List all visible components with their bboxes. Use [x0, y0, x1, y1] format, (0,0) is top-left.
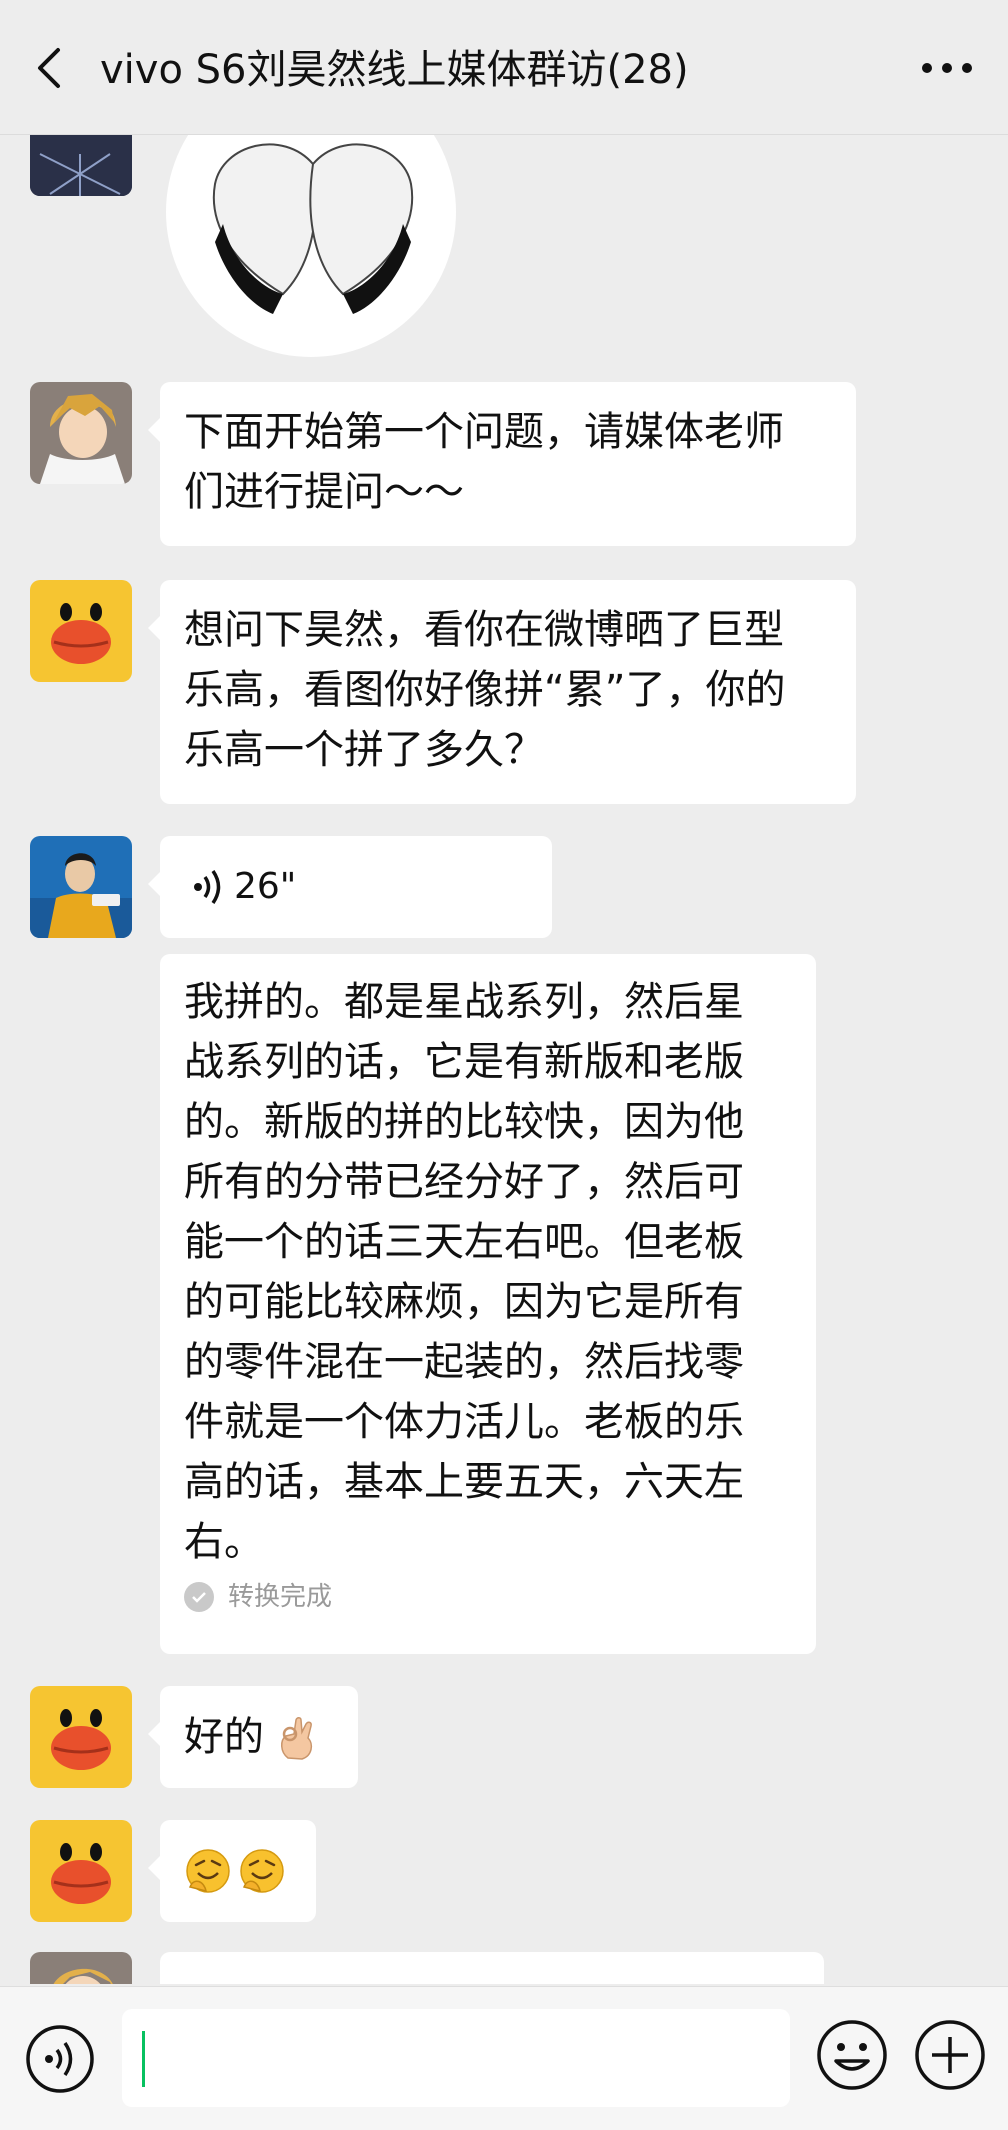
more-functions-button[interactable] — [912, 2017, 988, 2093]
back-button[interactable] — [22, 40, 78, 96]
ellipsis-icon — [922, 63, 972, 73]
conversion-status: 转换完成 — [184, 1580, 792, 1614]
check-circle-icon — [184, 1582, 214, 1612]
chevron-left-icon — [38, 48, 60, 88]
transcript-line: 的。新版的拼的比较快，因为他 — [184, 1099, 744, 1145]
voice-icon — [26, 2025, 94, 2093]
message-bubble[interactable]: 下面开始第一个问题，请媒体老师 们进行提问～～ — [148, 382, 856, 546]
voice-wave-icon — [194, 870, 221, 904]
input-bar — [0, 1986, 1008, 2130]
message-bubble[interactable]: 想问下昊然，看你在微博晒了巨型 乐高，看图你好像拼“累”了，你的 乐高一个拼了多… — [148, 580, 856, 804]
transcript-line: 战系列的话，它是有新版和老版 — [184, 1039, 744, 1085]
man-yellow-jacket-avatar[interactable] — [30, 836, 132, 938]
emoji-button[interactable] — [814, 2017, 890, 2093]
chat-title: vivo S6刘昊然线上媒体群访(28) — [100, 47, 689, 93]
transcript-line: 的零件混在一起装的，然后找零 — [184, 1339, 744, 1385]
more-options-button[interactable] — [912, 40, 982, 96]
ok-hand-emoji — [274, 1714, 320, 1760]
transcript-line: 件就是一个体力活儿。老板的乐 — [184, 1399, 744, 1445]
message-list[interactable]: 下面开始第一个问题，请媒体老师 们进行提问～～ 想问下昊然，看你在微博晒了巨型 … — [0, 134, 1008, 1984]
avatar-image — [30, 134, 132, 196]
transcript-line: 的可能比较麻烦，因为它是所有 — [184, 1279, 744, 1325]
message-text-line: 下面开始第一个问题，请媒体老师 — [184, 409, 784, 455]
transcript-line: 所有的分带已经分好了，然后可 — [184, 1159, 744, 1205]
plus-circle-icon — [915, 2020, 985, 2090]
hands-heart-sticker[interactable] — [163, 134, 460, 357]
conversion-status-text: 转换完成 — [228, 1582, 333, 1612]
emoji-message-bubble[interactable] — [148, 1820, 316, 1922]
voice-duration: 26" — [234, 866, 297, 907]
message-text-line: 们进行提问～～ — [184, 469, 464, 515]
message-text: 好的 — [184, 1714, 264, 1760]
voice-input-button[interactable] — [24, 2023, 96, 2095]
message-text-line: 乐高一个拼了多久？ — [184, 727, 544, 773]
yellow-duck-avatar[interactable] — [30, 580, 132, 682]
yellow-duck-avatar[interactable] — [30, 1820, 132, 1922]
transcript-line: 右。 — [184, 1519, 264, 1565]
anime-boy-avatar[interactable] — [30, 382, 132, 484]
message-text-line: 乐高，看图你好像拼“累”了，你的 — [184, 667, 786, 713]
smiley-icon — [817, 2020, 887, 2090]
transcript-line: 高的话，基本上要五天，六天左 — [184, 1459, 744, 1505]
chat-header: vivo S6刘昊然线上媒体群访(28) — [0, 0, 1008, 135]
anime-boy-avatar[interactable] — [30, 1952, 132, 1984]
voice-message-bubble[interactable]: 26" — [148, 836, 552, 938]
voice-transcript-bubble[interactable]: 我拼的。都是星战系列，然后星 战系列的话，它是有新版和老版 的。新版的拼的比较快… — [160, 954, 816, 1654]
transcript-line: 能一个的话三天左右吧。但老板 — [184, 1219, 744, 1265]
avatar[interactable] — [30, 134, 132, 196]
message-input[interactable] — [122, 2009, 790, 2107]
message-text-line: 想问下昊然，看你在微博晒了巨型 — [184, 607, 784, 653]
transcript-line: 我拼的。都是星战系列，然后星 — [184, 979, 744, 1025]
thinking-emoji — [186, 1849, 284, 1893]
message-bubble[interactable]: 好的 — [148, 1686, 358, 1788]
yellow-duck-avatar[interactable] — [30, 1686, 132, 1788]
text-caret — [142, 2031, 145, 2087]
message-bubble[interactable] — [160, 1952, 824, 1984]
